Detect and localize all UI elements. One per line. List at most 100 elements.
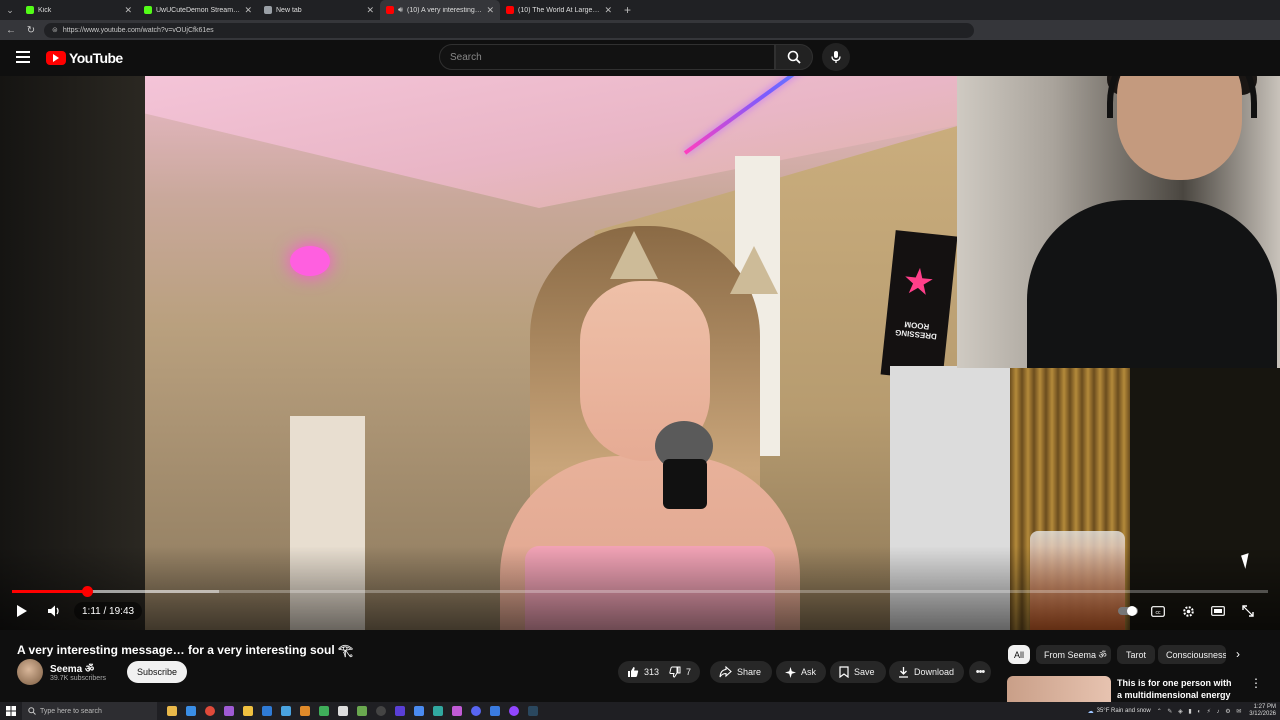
video-player[interactable]: ★ DRESSING ROOM 1:11 / 19:43 cc [0, 76, 1280, 630]
new-tab-button[interactable]: + [618, 3, 637, 17]
chip-from-channel[interactable]: From Seema ॐ [1036, 645, 1111, 664]
thumbs-down-icon [669, 666, 681, 678]
video-title: A very interesting message… for a very i… [17, 643, 353, 657]
app-icon[interactable] [338, 706, 348, 716]
start-button[interactable] [0, 702, 22, 720]
kick-favicon-icon [144, 6, 152, 14]
download-icon [899, 667, 908, 678]
close-tab-icon[interactable]: ✕ [124, 5, 132, 16]
youtube-favicon-icon [386, 6, 394, 14]
save-button[interactable]: Save [830, 661, 886, 683]
theater-mode-button[interactable] [1209, 601, 1227, 621]
cat-ears-headband [600, 231, 790, 301]
browser-tab[interactable]: New tab ✕ [258, 0, 380, 20]
tab-title: UwUCuteDemon Stream - Watch L [156, 6, 240, 14]
like-count: 313 [644, 667, 660, 677]
close-tab-icon[interactable]: ✕ [486, 5, 494, 16]
chip-all[interactable]: All [1008, 645, 1030, 664]
youtube-play-logo-icon [46, 51, 66, 65]
weather-widget[interactable]: ☁ 35°F Rain and snow [1088, 708, 1151, 715]
channel-avatar[interactable] [17, 659, 43, 685]
poster-text: DRESSING ROOM [894, 319, 938, 342]
weather-text: 35°F Rain and snow [1096, 708, 1151, 714]
close-tab-icon[interactable]: ✕ [366, 5, 374, 16]
app-icon[interactable] [376, 706, 386, 716]
app-icon[interactable] [395, 706, 405, 716]
search-input[interactable]: Search [439, 44, 775, 70]
tab-title: (10) A very interesting messa [407, 6, 483, 14]
like-button[interactable]: 313 [627, 666, 659, 678]
steam-icon[interactable] [528, 706, 538, 716]
download-button[interactable]: Download [889, 661, 964, 683]
app-icon[interactable] [414, 706, 424, 716]
reload-icon[interactable]: ↻ [24, 25, 38, 36]
browser-tab[interactable]: (10) The World At Large / Float On ✕ [500, 0, 618, 20]
taskbar-search-input[interactable]: Type here to search [22, 702, 157, 720]
chip-tarot[interactable]: Tarot [1117, 645, 1155, 664]
browser-tab[interactable]: UwUCuteDemon Stream - Watch L ✕ [138, 0, 258, 20]
taskbar-search-placeholder: Type here to search [40, 707, 102, 715]
settings-button[interactable] [1179, 601, 1197, 621]
clock-time: 1:27 PM [1253, 704, 1276, 710]
logo-text: YouTube [69, 50, 123, 66]
url-field[interactable]: ⊜ https://www.youtube.com/watch?v=vOUjCf… [44, 22, 974, 38]
channel-name[interactable]: Seema ॐ [50, 661, 94, 675]
download-label: Download [914, 667, 955, 677]
chrome-icon[interactable] [205, 706, 215, 716]
app-icon[interactable] [433, 706, 443, 716]
sparkle-icon [785, 666, 796, 678]
fullscreen-button[interactable] [1239, 601, 1257, 621]
more-vertical-icon[interactable]: ⋮ [1250, 676, 1262, 690]
app-icon[interactable] [319, 706, 329, 716]
play-button[interactable] [12, 601, 32, 621]
app-icon[interactable] [490, 706, 500, 716]
more-horizontal-icon: ••• [975, 666, 986, 678]
app-icon[interactable] [452, 706, 462, 716]
subtitles-icon: cc [1151, 605, 1165, 617]
progress-bar[interactable] [12, 586, 1268, 597]
dislike-button[interactable]: 7 [669, 666, 691, 678]
close-tab-icon[interactable]: ✕ [604, 5, 612, 16]
folder-icon[interactable] [243, 706, 253, 716]
svg-text:cc: cc [1156, 609, 1162, 615]
chip-consciousness[interactable]: Consciousness [1158, 645, 1226, 664]
webcam-overlay [957, 76, 1280, 368]
ask-label: Ask [801, 667, 817, 677]
speaker-icon[interactable]: 🔊︎ [398, 5, 403, 15]
site-info-icon[interactable]: ⊜ [52, 26, 58, 34]
autoplay-toggle[interactable] [1117, 601, 1139, 621]
search-button[interactable] [775, 44, 813, 70]
back-arrow-icon[interactable]: ← [4, 25, 18, 36]
menu-hamburger-icon[interactable] [16, 51, 30, 63]
app-icon[interactable] [224, 706, 234, 716]
more-actions-button[interactable]: ••• [969, 661, 991, 683]
subscribe-button[interactable]: Subscribe [127, 661, 187, 683]
app-icon[interactable] [300, 706, 310, 716]
browser-tab[interactable]: Kick ✕ [20, 0, 138, 20]
close-tab-icon[interactable]: ✕ [244, 5, 252, 16]
theater-mode-icon [1211, 606, 1225, 616]
ask-button[interactable]: Ask [776, 661, 826, 683]
browser-tab-active[interactable]: 🔊︎ (10) A very interesting messa ✕ [380, 0, 500, 20]
discord-icon[interactable] [471, 706, 481, 716]
app-icon[interactable] [186, 706, 196, 716]
share-button[interactable]: Share [710, 661, 772, 683]
clock[interactable]: 1:27 PM 3/12/2026 [1249, 704, 1276, 718]
like-dislike-group: 313 7 [618, 661, 700, 683]
app-icon[interactable] [281, 706, 291, 716]
volume-icon [48, 605, 59, 617]
recommendation-thumbnail[interactable] [1007, 676, 1111, 702]
volume-button[interactable] [44, 601, 64, 621]
voice-search-button[interactable] [822, 43, 850, 71]
youtube-logo[interactable]: YouTube [46, 50, 123, 66]
app-icon[interactable] [262, 706, 272, 716]
chevron-right-icon[interactable]: › [1236, 647, 1240, 661]
subtitles-button[interactable]: cc [1149, 601, 1167, 621]
tab-search-icon[interactable]: ⌄ [0, 0, 20, 20]
new-tab-favicon-icon [264, 6, 272, 14]
obs-icon[interactable] [509, 706, 519, 716]
tray-icons[interactable]: ⌃ ✎ ◈ ▮ ◐ ⚡ ♪ ⚙ ✉ [1157, 708, 1244, 715]
app-icon[interactable] [167, 706, 177, 716]
app-icon[interactable] [357, 706, 367, 716]
youtube-header: YouTube Search [0, 40, 960, 76]
